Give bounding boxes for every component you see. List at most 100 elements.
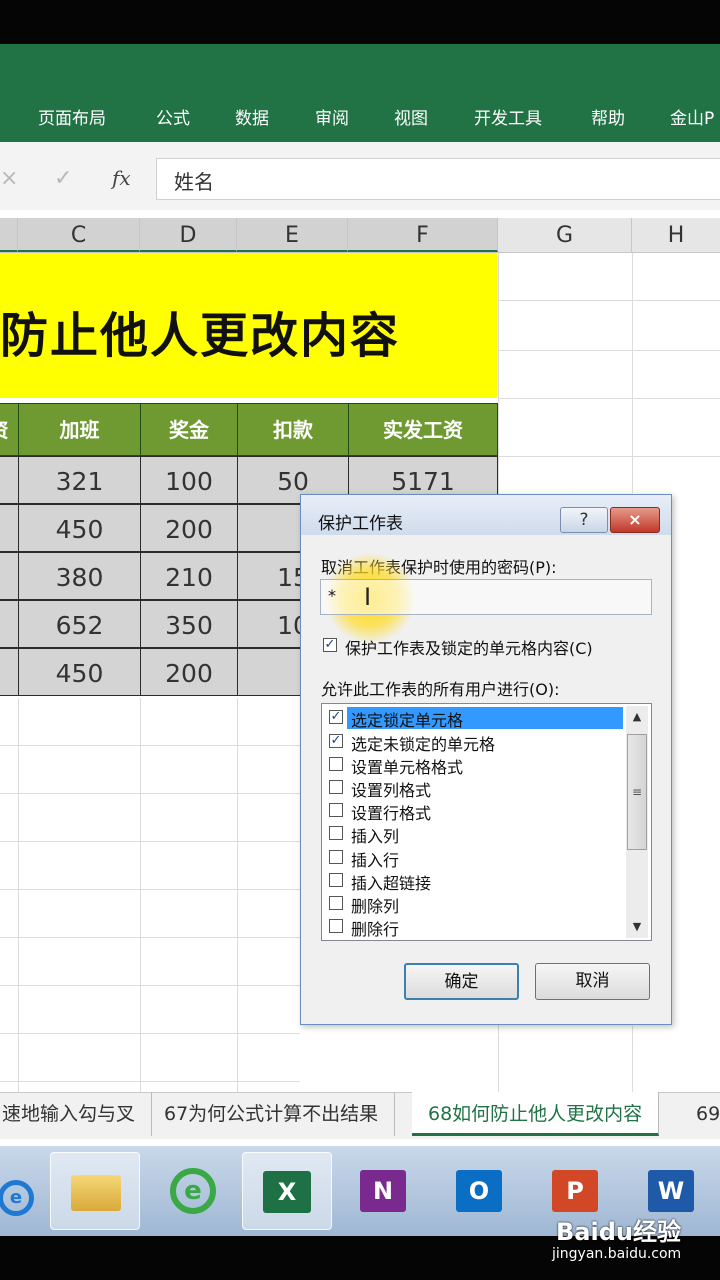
table-cell[interactable] [0,456,19,504]
option-label[interactable]: 设置行格式 [351,800,431,824]
enter-icon[interactable]: ✓ [54,166,72,191]
ie-glyph: e [0,1180,34,1216]
table-cell[interactable]: 200 [140,648,238,696]
grid-line [0,1033,300,1034]
text-cursor-icon: Ⅰ [364,583,372,611]
ie-icon[interactable]: e [0,1152,34,1230]
outlook-icon[interactable]: O [434,1152,524,1230]
option-checkbox[interactable] [329,873,343,887]
onenote-glyph: N [360,1170,406,1212]
table-header-cell[interactable]: 加班 [18,403,141,456]
menu-data[interactable]: 数据 [235,104,269,129]
file-explorer-icon[interactable] [50,1152,140,1230]
sheet-tab[interactable]: 69 [680,1092,720,1136]
column-header-e[interactable]: E [237,218,348,252]
option-checkbox[interactable]: ✓ [329,710,343,724]
menu-view[interactable]: 视图 [394,104,428,129]
option-checkbox[interactable] [329,919,343,933]
top-letterbox [0,0,720,44]
insert-function-icon[interactable]: fx [112,166,131,190]
table-cell[interactable]: 100 [140,456,238,504]
option-label[interactable]: 删除列 [351,893,399,917]
scroll-thumb[interactable]: ≡ [627,734,647,850]
scroll-up-icon[interactable]: ▲ [626,706,648,728]
grid-line [0,985,300,986]
column-header-h[interactable]: H [632,218,720,252]
option-label[interactable]: 插入行 [351,847,399,871]
table-header-cell[interactable]: 实发工资 [348,403,498,456]
column-header-d[interactable]: D [140,218,237,252]
scroll-down-icon[interactable]: ▼ [626,916,648,938]
excel-glyph: X [263,1171,311,1213]
option-label[interactable]: 选定未锁定的单元格 [351,731,495,755]
option-checkbox[interactable] [329,850,343,864]
formula-input[interactable] [156,158,720,200]
menu-developer[interactable]: 开发工具 [474,104,542,129]
option-label[interactable]: 插入列 [351,823,399,847]
formula-value: 姓名 [174,170,214,194]
menu-review[interactable]: 审阅 [315,104,349,129]
grid-line [498,456,720,457]
table-cell[interactable]: 350 [140,600,238,648]
table-header-label: 资 [0,404,9,456]
table-header-cell[interactable]: 扣款 [237,403,349,456]
ie-glyph: e [170,1168,216,1214]
option-label[interactable]: 选定锁定单元格 [351,707,463,731]
table-cell[interactable]: 450 [18,648,141,696]
grid-line [632,253,633,493]
grid-line [0,793,300,794]
sheet-tab-active[interactable]: 68如何防止他人更改内容 [412,1092,660,1136]
help-button[interactable]: ? [560,507,608,533]
option-label[interactable]: 删除行 [351,916,399,940]
column-header-f[interactable]: F [348,218,498,252]
allow-label: 允许此工作表的所有用户进行(O): [321,680,560,699]
menu-wps[interactable]: 金山P [670,104,714,129]
table-cell[interactable] [0,552,19,600]
option-checkbox[interactable] [329,803,343,817]
menu-formulas[interactable]: 公式 [156,104,190,129]
close-button[interactable]: × [610,507,660,533]
option-checkbox[interactable] [329,896,343,910]
protect-label: 保护工作表及锁定的单元格内容(C) [345,639,593,658]
password-value: * [328,586,336,605]
option-checkbox[interactable]: ✓ [329,734,343,748]
powerpoint-glyph: P [552,1170,598,1212]
onenote-icon[interactable]: N [338,1152,428,1230]
table-header-cell[interactable]: 奖金 [140,403,238,456]
option-label[interactable]: 设置列格式 [351,777,431,801]
table-cell[interactable] [0,600,19,648]
option-checkbox[interactable] [329,780,343,794]
sheet-tab[interactable]: 速地输入勾与叉 [0,1092,153,1136]
option-label[interactable]: 设置单元格格式 [351,754,463,778]
ie-icon[interactable]: e [146,1152,236,1230]
dialog-title: 保护工作表 [318,514,403,534]
cancel-icon[interactable]: × [0,166,18,191]
grid-line [498,350,720,351]
watermark-url: jingyan.baidu.com [552,1246,682,1262]
table-cell[interactable]: 321 [18,456,141,504]
table-cell[interactable]: 200 [140,504,238,552]
option-label[interactable]: 插入超链接 [351,870,431,894]
column-header-b[interactable] [0,218,18,252]
table-cell[interactable]: 210 [140,552,238,600]
menu-help[interactable]: 帮助 [591,104,625,129]
ok-button[interactable]: 确定 [404,963,519,1000]
cancel-button[interactable]: 取消 [535,963,650,1000]
table-cell[interactable] [0,648,19,696]
column-header-c[interactable]: C [18,218,140,252]
column-header-g[interactable]: G [498,218,632,252]
table-cell[interactable] [0,504,19,552]
word-glyph: W [648,1170,694,1212]
option-checkbox[interactable] [329,757,343,771]
baidu-watermark: Baidu经验 [556,1218,681,1246]
table-cell[interactable]: 652 [18,600,141,648]
option-checkbox[interactable] [329,826,343,840]
table-cell[interactable]: 450 [18,504,141,552]
grid-line [0,937,300,938]
sheet-tab[interactable]: 67为何公式计算不出结果 [148,1092,396,1136]
protect-checkbox[interactable]: ✓ [323,638,337,652]
table-header-cell[interactable]: 资 [0,403,19,456]
menu-page-layout[interactable]: 页面布局 [38,104,106,129]
excel-icon[interactable]: X [242,1152,332,1230]
table-cell[interactable]: 380 [18,552,141,600]
